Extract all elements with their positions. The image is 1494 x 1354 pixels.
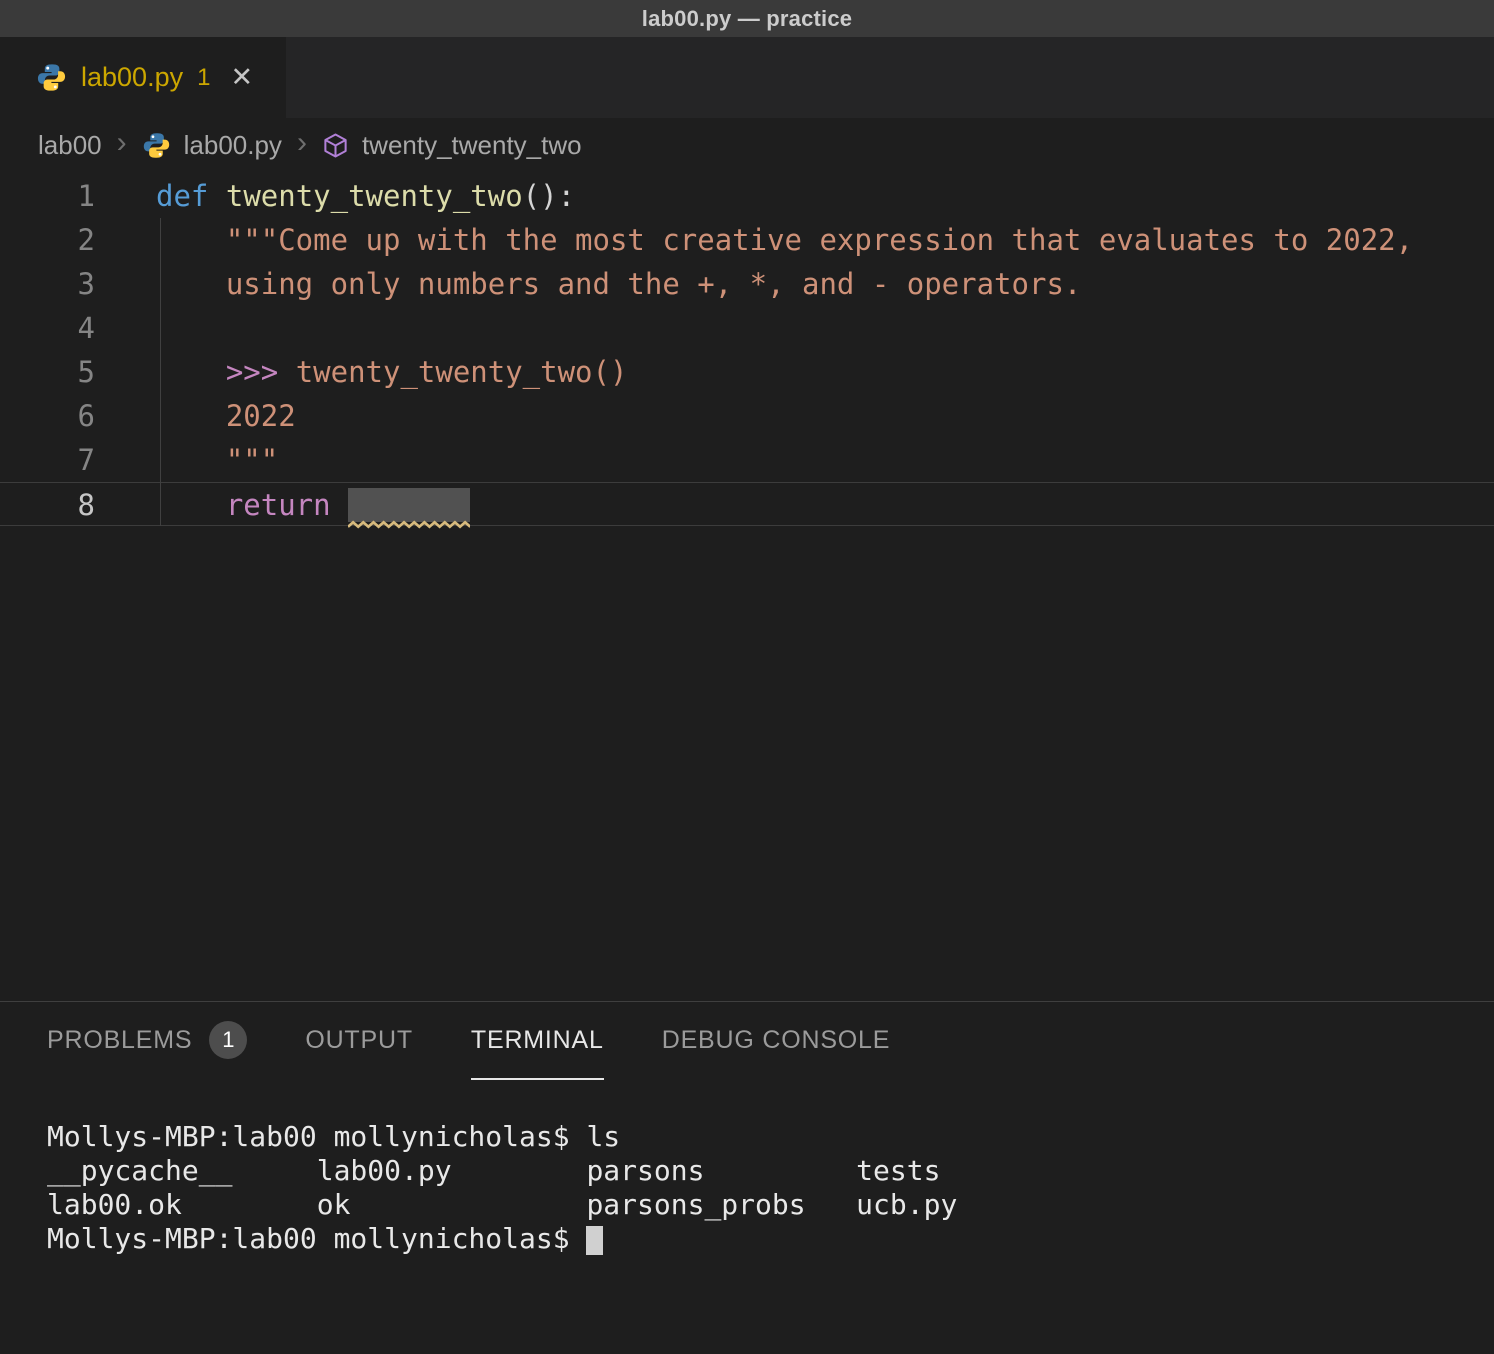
code-text[interactable]: 2022 xyxy=(95,394,1494,438)
code-token: def xyxy=(156,179,208,213)
panel-tab-terminal[interactable]: TERMINAL xyxy=(471,1002,604,1080)
line-number[interactable]: 6 xyxy=(0,394,95,438)
terminal-output[interactable]: Mollys-MBP:lab00 mollynicholas$ ls__pyca… xyxy=(0,1080,1494,1354)
code-token: twenty_twenty_two xyxy=(226,179,523,213)
code-line[interactable]: 4 xyxy=(0,306,1494,350)
code-token xyxy=(208,179,225,213)
code-token xyxy=(156,399,226,433)
code-token: using only numbers and the +, *, and - o… xyxy=(226,267,1082,301)
code-line[interactable]: 3 using only numbers and the +, *, and -… xyxy=(0,262,1494,306)
code-text[interactable]: return xyxy=(95,483,1494,525)
code-token xyxy=(156,355,226,389)
code-token: return xyxy=(226,488,331,522)
code-token xyxy=(156,267,226,301)
terminal-cursor xyxy=(586,1226,603,1255)
breadcrumb-item-symbol[interactable]: twenty_twenty_two xyxy=(362,130,582,161)
panel-tab-label: PROBLEMS xyxy=(47,1026,192,1055)
window-title: lab00.py — practice xyxy=(642,6,852,32)
code-line[interactable]: 2 """Come up with the most creative expr… xyxy=(0,218,1494,262)
tab-label: lab00.py xyxy=(81,62,183,93)
code-token xyxy=(331,488,348,522)
window-titlebar: lab00.py — practice xyxy=(0,0,1494,37)
panel-tab-label: OUTPUT xyxy=(305,1026,413,1055)
code-token: """ xyxy=(226,443,278,477)
code-text[interactable]: using only numbers and the +, *, and - o… xyxy=(95,262,1494,306)
code-token xyxy=(156,488,226,522)
tab-close-icon[interactable]: ✕ xyxy=(230,64,253,91)
bottom-panel: PROBLEMS 1 OUTPUT TERMINAL DEBUG CONSOLE Mol… xyxy=(0,1001,1494,1354)
panel-tab-label: DEBUG CONSOLE xyxy=(662,1026,891,1055)
code-token: twenty_twenty_two() xyxy=(296,355,628,389)
code-line[interactable]: 6 2022 xyxy=(0,394,1494,438)
vscode-window: lab00.py — practice lab00.py 1 ✕ lab00 › xyxy=(0,0,1494,1354)
terminal-line: Mollys-MBP:lab00 mollynicholas$ ls xyxy=(47,1120,1494,1154)
code-line[interactable]: 1def twenty_twenty_two(): xyxy=(0,174,1494,218)
line-number[interactable]: 3 xyxy=(0,262,95,306)
code-text[interactable]: def twenty_twenty_two(): xyxy=(95,174,1494,218)
code-text[interactable]: >>> twenty_twenty_two() xyxy=(95,350,1494,394)
line-number[interactable]: 4 xyxy=(0,306,95,350)
tab-lab00-py[interactable]: lab00.py 1 ✕ xyxy=(0,37,287,118)
code-token: """Come up with the most creative expres… xyxy=(226,223,1413,257)
breadcrumb: lab00 › lab00.py › twenty_twenty_two xyxy=(0,118,1494,172)
warning-squiggle-icon xyxy=(348,520,470,529)
code-token xyxy=(278,355,295,389)
tab-problems-count: 1 xyxy=(197,64,210,92)
panel-tab-output[interactable]: OUTPUT xyxy=(305,1002,413,1080)
code-text[interactable] xyxy=(95,306,1494,350)
indent-guide xyxy=(160,218,161,526)
return-blank-selection[interactable] xyxy=(348,488,470,522)
code-line[interactable]: 8 return xyxy=(0,482,1494,526)
panel-tab-problems[interactable]: PROBLEMS 1 xyxy=(47,1002,247,1080)
code-token xyxy=(156,443,226,477)
panel-tab-label: TERMINAL xyxy=(471,1026,604,1055)
breadcrumb-item-folder[interactable]: lab00 xyxy=(38,130,102,161)
line-number[interactable]: 8 xyxy=(0,483,95,525)
line-number[interactable]: 2 xyxy=(0,218,95,262)
line-number[interactable]: 1 xyxy=(0,174,95,218)
terminal-line: __pycache__ lab00.py parsons tests xyxy=(47,1154,1494,1188)
python-icon xyxy=(142,131,171,160)
code-text[interactable]: """ xyxy=(95,438,1494,482)
problems-count-badge: 1 xyxy=(209,1021,247,1059)
terminal-line: lab00.ok ok parsons_probs ucb.py xyxy=(47,1188,1494,1222)
terminal-line: Mollys-MBP:lab00 mollynicholas$ xyxy=(47,1222,1494,1256)
chevron-right-icon: › xyxy=(115,128,129,162)
code-line[interactable]: 7 """ xyxy=(0,438,1494,482)
code-token: 2022 xyxy=(226,399,296,433)
code-token xyxy=(156,223,226,257)
python-icon xyxy=(36,62,67,93)
breadcrumb-item-file[interactable]: lab00.py xyxy=(184,130,282,161)
line-number[interactable]: 7 xyxy=(0,438,95,482)
code-editor[interactable]: 1def twenty_twenty_two():2 """Come up wi… xyxy=(0,172,1494,1001)
panel-tab-debug-console[interactable]: DEBUG CONSOLE xyxy=(662,1002,891,1080)
panel-tabs: PROBLEMS 1 OUTPUT TERMINAL DEBUG CONSOLE xyxy=(0,1002,1494,1080)
chevron-right-icon: › xyxy=(295,128,309,162)
code-token: (): xyxy=(523,179,575,213)
code-line[interactable]: 5 >>> twenty_twenty_two() xyxy=(0,350,1494,394)
line-number[interactable]: 5 xyxy=(0,350,95,394)
code-token: >>> xyxy=(226,355,278,389)
symbol-method-icon xyxy=(322,132,349,159)
code-lines: 1def twenty_twenty_two():2 """Come up wi… xyxy=(0,174,1494,526)
editor-tab-bar: lab00.py 1 ✕ xyxy=(0,37,1494,118)
code-text[interactable]: """Come up with the most creative expres… xyxy=(95,218,1494,262)
